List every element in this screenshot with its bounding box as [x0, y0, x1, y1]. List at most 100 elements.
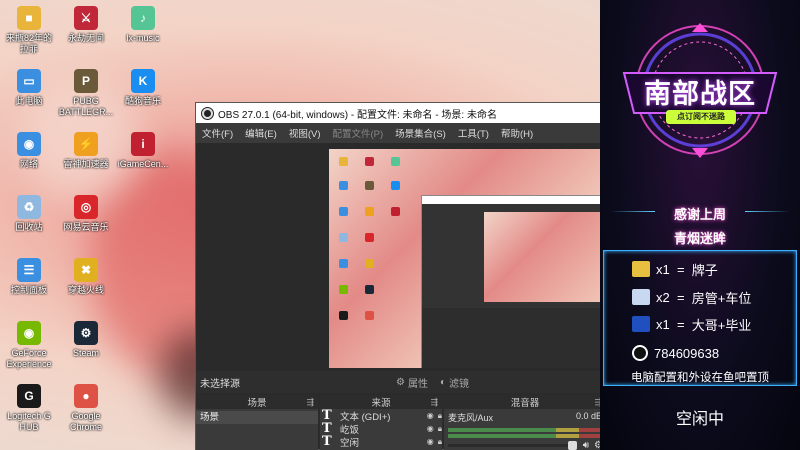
lock-icon[interactable]: 🔒︎	[438, 411, 442, 421]
mini-icon	[391, 181, 400, 190]
lock-icon[interactable]: 🔒︎	[438, 437, 442, 447]
mini-icon	[339, 157, 348, 166]
desktop-icon-label: 回收站	[15, 222, 43, 232]
desktop-icon-pubg[interactable]: P PUBG BATTLEGR...	[57, 69, 115, 131]
scene-item[interactable]: 场景	[196, 411, 318, 424]
badge-gift-icon	[632, 261, 650, 277]
this-pc-icon: ▭	[17, 69, 41, 93]
desktop-icon-igame[interactable]: i iGameCen...	[114, 132, 172, 194]
no-source-label: 未选择源	[200, 378, 240, 390]
desktop-icon-recycle-bin[interactable]: ♻ 回收站	[0, 195, 58, 257]
menu-edit[interactable]: 编辑(E)	[239, 126, 283, 140]
mini-icon	[365, 157, 374, 166]
obs-docks: 场景 ⇶ 场景 来源 ⇶ T 文本 (GDI+) ◉ 🔒︎ T 屹饭 ◉ 🔒︎	[196, 395, 606, 450]
desktop-icon-chrome[interactable]: ● Google Chrome	[57, 384, 115, 446]
desktop-icon-label: 雷神加速器	[63, 159, 109, 169]
gift-name: 大哥+毕业	[691, 317, 752, 333]
mixer-dock: 混音器 ⇶ 麦克风/Aux 0.0 dB 🔊︎ ⚙	[444, 395, 606, 450]
preview-canvas	[329, 149, 606, 368]
obs-window[interactable]: OBS 27.0.1 (64-bit, windows) - 配置文件: 未命名…	[195, 102, 606, 450]
source-name: 屹饭	[340, 424, 360, 436]
desktop-icon-kugou[interactable]: K 酷狗音乐	[114, 69, 172, 131]
mini-icon	[391, 157, 400, 166]
menu-profile[interactable]: 配置文件(P)	[326, 126, 389, 140]
gift-row: x2 = 房管+车位	[632, 288, 751, 306]
nested-obs-preview	[421, 195, 606, 368]
pubg-icon: P	[74, 69, 98, 93]
speaker-icon[interactable]: 🔊︎	[581, 440, 591, 450]
obs-title-text: OBS 27.0.1 (64-bit, windows) - 配置文件: 未命名…	[218, 109, 497, 121]
mini-icon	[339, 181, 348, 190]
obs-preview[interactable]	[196, 143, 606, 371]
mixer-channel-db: 0.0 dB	[575, 411, 602, 421]
kugou-icon: K	[131, 69, 155, 93]
desktop-icon-yongjie[interactable]: ⚔ 永劫无间	[57, 6, 115, 68]
eye-icon[interactable]: ◉	[427, 424, 434, 433]
desktop-icon-label: 此电脑	[15, 96, 43, 106]
mini-icon	[391, 207, 400, 216]
menu-view[interactable]: 视图(V)	[283, 126, 327, 140]
desktop-icon-geforce[interactable]: ◉ GeForce Experience	[0, 321, 58, 383]
mini-icon	[365, 285, 374, 294]
menu-tools[interactable]: 工具(T)	[452, 126, 495, 140]
source-row[interactable]: T 空闲 ◉ 🔒︎	[320, 434, 442, 449]
source-row[interactable]: T 文本 (GDI+) ◉ 🔒︎	[320, 408, 442, 423]
scenes-dock-header: 场景 ⇶	[196, 395, 318, 409]
desktop-icon-steam[interactable]: ⚙ Steam	[57, 321, 115, 383]
menu-scene-collection[interactable]: 场景集合(S)	[389, 126, 452, 140]
scenes-dock: 场景 ⇶ 场景	[196, 395, 318, 450]
desktop-icon-lx-music[interactable]: ♪ lx-music	[114, 6, 172, 68]
obs-titlebar[interactable]: OBS 27.0.1 (64-bit, windows) - 配置文件: 未命名…	[196, 103, 604, 123]
desktop-icon-logitech-ghub[interactable]: G Logitech G HUB	[0, 384, 58, 446]
plane-gift-icon	[632, 289, 650, 305]
desktop-icon-label: iGameCen...	[117, 159, 169, 169]
steam-icon: ⚙	[74, 321, 98, 345]
gift-eq: =	[676, 289, 685, 305]
desktop-icon-label: 来瓶82年的 拉菲	[5, 33, 52, 54]
properties-button[interactable]: ⚙ 属性	[390, 373, 434, 392]
gift-box: x1 = 牌子 x2 = 房管+车位 x1 = 大哥+毕业 784609638 …	[603, 250, 797, 386]
thanks-line-1: 感谢上周	[673, 207, 726, 222]
dock-menu-icon[interactable]: ⇶	[430, 397, 438, 408]
gift-qty: x2	[656, 289, 670, 305]
gear-icon: ⚙	[396, 376, 405, 388]
filters-button[interactable]: ◐ 滤镜	[434, 373, 475, 392]
igame-icon: i	[131, 132, 155, 156]
dock-menu-icon[interactable]: ⇶	[306, 397, 314, 408]
status-idle: 空闲中	[675, 411, 724, 428]
eye-icon[interactable]: ◉	[427, 411, 434, 420]
desktop-icon-label: 网易云音乐	[63, 222, 109, 232]
desktop-icon-this-pc[interactable]: ▭ 此电脑	[0, 69, 58, 131]
desktop-icon-crossfire[interactable]: ✖ 穿越火线	[57, 258, 115, 320]
volume-slider[interactable]	[448, 441, 577, 450]
desktop-icon-leishen[interactable]: ⚡ 雷神加速器	[57, 132, 115, 194]
text-source-icon: T	[322, 434, 332, 449]
yongjie-icon: ⚔	[74, 6, 98, 30]
qq-row: 784609638	[632, 345, 719, 361]
lock-icon[interactable]: 🔒︎	[438, 424, 442, 434]
eye-icon[interactable]: ◉	[427, 437, 434, 446]
netease-music-icon: ◎	[74, 195, 98, 219]
desktop-icon-netease-music[interactable]: ◎ 网易云音乐	[57, 195, 115, 257]
source-row[interactable]: T 屹饭 ◉ 🔒︎	[320, 421, 442, 436]
menu-help[interactable]: 帮助(H)	[495, 126, 539, 140]
mixer-dock-header: 混音器 ⇶	[444, 395, 606, 409]
desktop-icon-label: lx-music	[126, 33, 160, 43]
mini-icon	[339, 207, 348, 216]
source-name: 文本 (GDI+)	[340, 411, 391, 423]
rocket-gift-icon	[632, 316, 650, 332]
desktop-icon-label: 网络	[19, 159, 38, 169]
desktop-icon-network[interactable]: ◉ 网络	[0, 132, 58, 194]
chrome-icon: ●	[74, 384, 98, 408]
scenes-dock-title: 场景	[247, 398, 267, 409]
desktop-icon-control-panel[interactable]: ☰ 控制面板	[0, 258, 58, 320]
mini-icon	[365, 181, 374, 190]
logitech-ghub-icon: G	[17, 384, 41, 408]
leishen-icon: ⚡	[74, 132, 98, 156]
menu-file[interactable]: 文件(F)	[196, 126, 239, 140]
mixer-channel-name: 麦克风/Aux	[448, 413, 494, 423]
mini-icon	[339, 259, 348, 268]
desktop-icon-lafite[interactable]: ■ 来瓶82年的 拉菲	[0, 6, 58, 68]
desktop-icon-label: 控制面板	[10, 285, 47, 295]
nested-canvas	[484, 212, 606, 302]
